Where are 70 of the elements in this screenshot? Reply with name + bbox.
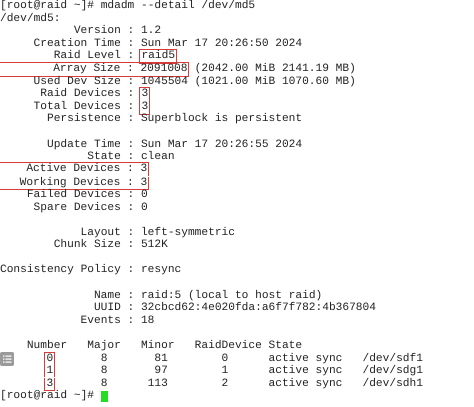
device-path: /dev/md5: [0, 12, 60, 26]
field-value: 3 [140, 176, 148, 190]
command-line: [root@raid ~]# mdadm --detail /dev/md5 [0, 0, 256, 12]
field-value: 3 [140, 163, 148, 176]
field-value: 3 [139, 86, 150, 100]
field-label: UUID : [92, 302, 134, 315]
field-label: Name : [92, 290, 134, 302]
table-cell: 1 [222, 365, 228, 378]
field-value: Sun Mar 17 20:26:50 2024 [140, 38, 302, 50]
field-value: 0 [140, 202, 148, 214]
column-header: Number [26, 340, 68, 352]
table-cell: /dev/sdg1 [362, 365, 423, 378]
table-cell: 8 [100, 365, 108, 378]
field-label: State : [87, 151, 134, 164]
field-value: Sun Mar 17 20:26:55 2024 [140, 138, 302, 151]
field-value: resync [140, 264, 182, 278]
table-cell: 1 [44, 365, 56, 378]
table-cell: 97 [154, 365, 168, 378]
field-value: 1045504 [140, 76, 188, 88]
field-value: clean [140, 151, 175, 164]
field-value: raid:5 [140, 290, 182, 302]
table-cell: active sync [268, 365, 342, 378]
field-label: Array Size : [52, 62, 134, 76]
table-cell: 113 [148, 378, 168, 390]
field-value: 2091008 [140, 62, 188, 76]
field-value: 0 [140, 188, 148, 202]
table-cell: 8 [100, 378, 108, 390]
field-value: 3 [139, 101, 150, 115]
field-label: Failed Devices : [26, 188, 134, 202]
table-cell: 81 [154, 352, 168, 365]
field-label: Raid Level : [52, 50, 134, 62]
table-cell: 8 [100, 352, 108, 365]
field-label: Total Devices : [32, 100, 134, 113]
field-value: Superblock is persistent [140, 113, 302, 126]
table-cell: active sync [268, 378, 342, 390]
field-note: (2042.00 MiB 2141.19 MB) [194, 62, 356, 76]
field-value: 32cbcd62:4e020fda:a6f7f782:4b367804 [140, 302, 376, 315]
field-label: Version : [72, 25, 134, 38]
field-label: Raid Devices : [39, 88, 134, 100]
table-cell: 2 [222, 378, 228, 390]
field-label: Chunk Size : [52, 239, 134, 252]
field-value: raid5 [139, 49, 178, 64]
field-label: Update Time : [46, 138, 134, 152]
field-value: 512K [140, 239, 168, 252]
field-label: Persistence : [46, 113, 134, 126]
shell-prompt: [root@raid ~]# [0, 390, 94, 403]
field-value: 1.2 [140, 25, 162, 38]
field-label: Consistency Policy : [0, 264, 134, 278]
field-label: Working Devices : [18, 176, 134, 189]
field-label: Events : [80, 314, 134, 328]
field-label: Layout : [80, 226, 134, 239]
field-value: 18 [140, 314, 154, 328]
field-label: Creation Time : [32, 38, 134, 50]
column-header: Minor [140, 340, 175, 352]
field-label: Used Dev Size : [32, 76, 134, 88]
table-cell: 3 [44, 378, 56, 391]
table-cell: /dev/sdf1 [362, 352, 423, 365]
table-cell: 0 [44, 352, 56, 365]
field-value: left-symmetric [140, 226, 235, 240]
column-header: State [268, 340, 302, 352]
field-note: (1021.00 MiB 1070.60 MB) [194, 76, 356, 88]
column-header: Major [87, 340, 121, 352]
field-note: (local to host raid) [188, 290, 322, 302]
table-cell: /dev/sdh1 [362, 378, 423, 390]
table-cell: active sync [268, 352, 342, 365]
field-label: Active Devices : [25, 163, 134, 176]
column-header: RaidDevice [194, 340, 262, 352]
list-icon[interactable] [0, 352, 14, 366]
table-cell: 0 [222, 352, 228, 365]
field-label: Spare Devices : [32, 202, 134, 214]
